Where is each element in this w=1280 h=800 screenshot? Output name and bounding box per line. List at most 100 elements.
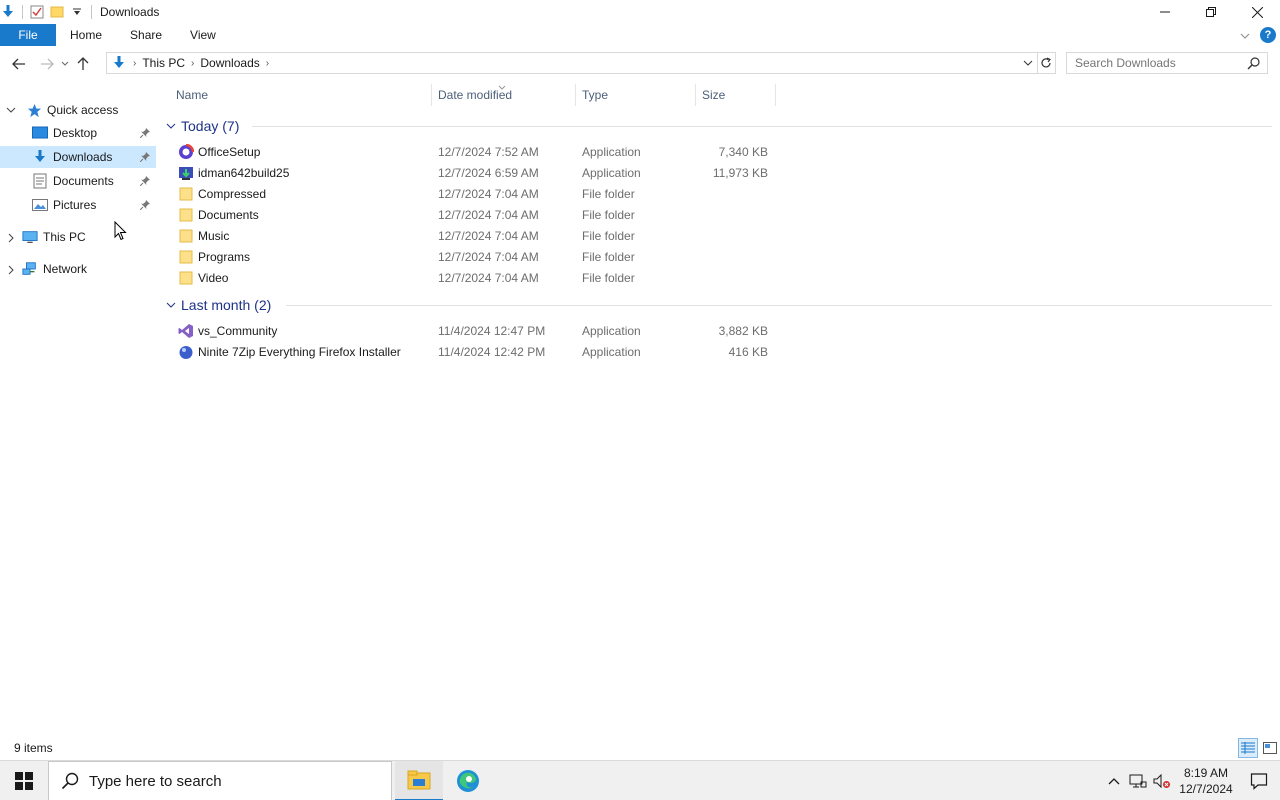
pin-icon[interactable]: [139, 127, 150, 141]
file-type: File folder: [582, 228, 635, 243]
pin-icon[interactable]: [139, 175, 150, 189]
file-row[interactable]: OfficeSetup 12/7/2024 7:52 AM Applicatio…: [174, 141, 774, 162]
nav-item-desktop[interactable]: Desktop: [0, 122, 156, 144]
address-bar[interactable]: › This PC › Downloads ›: [106, 52, 1038, 74]
large-icons-view-icon: [1263, 742, 1277, 754]
restore-button[interactable]: [1188, 0, 1234, 24]
close-button[interactable]: [1234, 0, 1280, 24]
file-row[interactable]: Documents 12/7/2024 7:04 AM File folder: [174, 204, 774, 225]
start-button[interactable]: [0, 761, 48, 800]
chevron-down-icon: [166, 123, 176, 129]
nav-quick-access[interactable]: Quick access: [26, 99, 156, 121]
minimize-button[interactable]: [1142, 0, 1188, 24]
file-name: idman642build25: [198, 165, 290, 180]
search-box[interactable]: [1066, 52, 1268, 74]
system-tray: 8:19 AM 12/7/2024: [1102, 761, 1280, 800]
file-date: 12/7/2024 6:59 AM: [438, 165, 539, 180]
tab-home[interactable]: Home: [56, 24, 116, 46]
customize-toolbar-icon[interactable]: [69, 4, 85, 20]
breadcrumb-this-pc[interactable]: This PC: [142, 56, 185, 70]
back-arrow-icon: [12, 58, 25, 70]
show-hidden-icons-button[interactable]: [1102, 761, 1126, 800]
tab-share[interactable]: Share: [116, 24, 176, 46]
help-icon[interactable]: ?: [1260, 27, 1276, 43]
up-arrow-icon: [77, 57, 89, 70]
new-folder-icon[interactable]: [49, 4, 65, 20]
title-bar: Downloads: [0, 0, 1280, 24]
mouse-cursor-icon: [114, 220, 128, 244]
chevron-right-icon[interactable]: [6, 265, 16, 275]
chevron-down-icon[interactable]: [6, 105, 16, 115]
details-view-icon: [1241, 742, 1255, 754]
column-header-type[interactable]: Type: [576, 84, 696, 106]
notification-center-button[interactable]: [1238, 761, 1280, 800]
windows-logo-icon: [15, 771, 33, 790]
file-date: 12/7/2024 7:04 AM: [438, 186, 539, 201]
office-setup-icon: [178, 144, 194, 160]
recent-locations-button[interactable]: [58, 52, 72, 76]
forward-button[interactable]: [36, 52, 58, 76]
nav-item-pictures[interactable]: Pictures: [0, 194, 156, 216]
nav-this-pc[interactable]: This PC: [22, 226, 156, 248]
group-label: Last month (2): [181, 297, 272, 313]
column-header-size[interactable]: Size: [696, 84, 776, 106]
file-date: 12/7/2024 7:04 AM: [438, 207, 539, 222]
network-status-button[interactable]: [1126, 761, 1150, 800]
refresh-button[interactable]: [1036, 52, 1056, 74]
details-view-button[interactable]: [1238, 738, 1258, 758]
up-button[interactable]: [72, 52, 94, 76]
search-input[interactable]: [1067, 53, 1237, 73]
file-row[interactable]: vs_Community 11/4/2024 12:47 PM Applicat…: [174, 320, 774, 341]
desktop-icon: [32, 125, 48, 141]
window-controls: [1142, 0, 1280, 24]
nav-item-documents[interactable]: Documents: [0, 170, 156, 192]
file-row[interactable]: Video 12/7/2024 7:04 AM File folder: [174, 267, 774, 288]
large-icons-view-button[interactable]: [1260, 738, 1280, 758]
nav-item-downloads[interactable]: Downloads: [0, 146, 156, 168]
pin-icon[interactable]: [139, 199, 150, 213]
downloads-icon[interactable]: [0, 4, 16, 20]
taskbar-edge-button[interactable]: [444, 761, 492, 800]
tab-view[interactable]: View: [176, 24, 230, 46]
file-type: Application: [582, 344, 641, 359]
file-date: 11/4/2024 12:47 PM: [438, 323, 546, 338]
breadcrumb-chevron-icon[interactable]: ›: [191, 58, 194, 69]
expand-ribbon-icon[interactable]: [1240, 28, 1250, 42]
back-button[interactable]: [8, 52, 30, 76]
breadcrumb-chevron-icon[interactable]: ›: [133, 58, 136, 69]
taskbar-search-box[interactable]: Type here to search: [48, 761, 392, 800]
window-title: Downloads: [100, 5, 160, 19]
chevron-right-icon[interactable]: [6, 233, 16, 243]
file-name: OfficeSetup: [198, 144, 261, 159]
file-type: Application: [582, 323, 641, 338]
nav-label-network: Network: [43, 262, 88, 276]
nav-network[interactable]: Network: [22, 258, 156, 280]
file-row[interactable]: Ninite 7Zip Everything Firefox Installer…: [174, 341, 774, 362]
restore-icon: [1206, 7, 1216, 17]
column-header-name[interactable]: Name: [170, 84, 432, 106]
chevron-down-icon: [61, 61, 69, 66]
file-row[interactable]: idman642build25 12/7/2024 6:59 AM Applic…: [174, 162, 774, 183]
pin-icon[interactable]: [139, 151, 150, 165]
file-row[interactable]: Music 12/7/2024 7:04 AM File folder: [174, 225, 774, 246]
properties-icon[interactable]: [29, 4, 45, 20]
volume-button[interactable]: [1150, 761, 1174, 800]
group-header-last-month[interactable]: Last month (2): [166, 295, 271, 315]
address-dropdown-button[interactable]: [1019, 53, 1037, 73]
tab-file[interactable]: File: [0, 24, 56, 46]
refresh-icon: [1040, 57, 1051, 68]
breadcrumb-downloads[interactable]: Downloads: [200, 56, 259, 70]
breadcrumb-chevron-icon[interactable]: ›: [266, 58, 269, 69]
navigation-pane: Quick access Desktop Downloads Documents: [0, 96, 160, 736]
file-size: 416 KB: [728, 344, 768, 359]
file-row[interactable]: Compressed 12/7/2024 7:04 AM File folder: [174, 183, 774, 204]
search-icon[interactable]: [1247, 56, 1261, 73]
file-name: Video: [198, 270, 229, 285]
group-header-today[interactable]: Today (7): [166, 116, 239, 136]
file-type: File folder: [582, 270, 635, 285]
taskbar-clock[interactable]: 8:19 AM 12/7/2024: [1174, 765, 1238, 797]
clock-time: 8:19 AM: [1183, 766, 1229, 780]
chevron-up-icon: [1108, 778, 1120, 785]
file-row[interactable]: Programs 12/7/2024 7:04 AM File folder: [174, 246, 774, 267]
taskbar-file-explorer-button[interactable]: [395, 761, 443, 800]
